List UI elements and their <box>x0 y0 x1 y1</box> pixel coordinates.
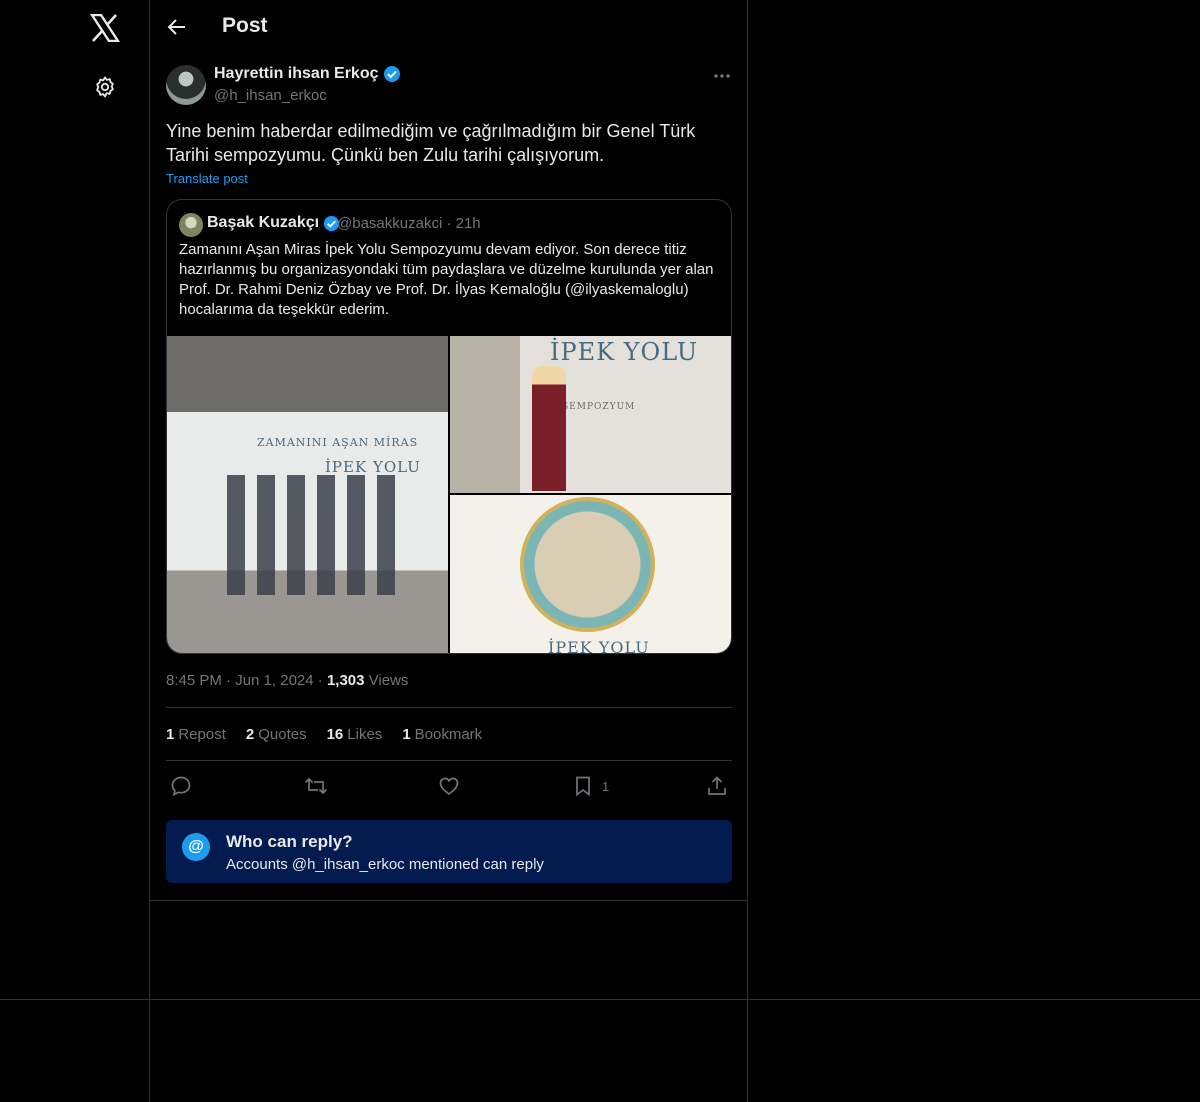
stat-count: 1 <box>166 726 175 743</box>
stat-label: Likes <box>347 726 383 743</box>
left-navigation <box>0 0 150 1102</box>
bookmark-icon[interactable]: 1 <box>572 772 609 800</box>
engagement-stats: 1 Repost 2 Quotes 16 Likes 1 Bookmark <box>166 726 482 743</box>
who-can-reply-box: @ Who can reply? Accounts @h_ihsan_erkoc… <box>166 820 732 883</box>
page-title: Post <box>222 14 268 37</box>
person <box>532 366 566 491</box>
post-timestamp: 8:45 PM · Jun 1, 2024 · 1,303 Views <box>166 672 408 689</box>
stat-count: 2 <box>245 726 255 743</box>
quoted-avatar[interactable] <box>179 213 203 237</box>
reply-icon[interactable] <box>170 772 192 800</box>
quoted-post[interactable]: Başak Kuzakçı @basakkuzakci · 21h Zamanı… <box>166 199 732 654</box>
author-name[interactable]: Hayrettin ihsan Erkoç <box>214 65 401 83</box>
separator-dot: · <box>446 215 456 232</box>
quoted-author-name-text: Başak Kuzakçı <box>207 214 320 231</box>
stat-label: Bookmark <box>414 726 483 743</box>
at-sign-icon: @ <box>182 833 210 861</box>
avatar[interactable] <box>166 65 206 105</box>
photo-2[interactable]: İPEK YOLU SEMPOZYUM <box>450 336 731 493</box>
quoted-author-handle: @basakkuzakci <box>337 215 443 232</box>
photo-caption: SEMPOZYUM <box>562 402 636 412</box>
photo-caption: İPEK YOLU <box>548 638 650 653</box>
quoted-text: Zamanını Aşan Miras İpek Yolu Sempozyumu… <box>179 241 714 318</box>
divider <box>166 707 732 708</box>
translate-post-link[interactable]: Translate post <box>166 171 248 186</box>
more-options-icon[interactable] <box>710 66 734 86</box>
photo-3[interactable]: İPEK YOLU <box>450 495 731 653</box>
views-label: Views <box>368 672 409 689</box>
stat-count: 16 <box>326 726 344 743</box>
stat-reposts[interactable]: 1 Repost <box>166 726 226 743</box>
back-arrow-icon[interactable] <box>164 14 190 40</box>
x-logo-icon[interactable] <box>88 11 122 45</box>
author-handle[interactable]: @h_ihsan_erkoc <box>214 87 327 104</box>
share-icon[interactable] <box>706 772 728 800</box>
photo-1[interactable]: ZAMANINI AŞAN MİRAS İPEK YOLU <box>167 336 448 653</box>
stat-label: Quotes <box>258 726 307 743</box>
quoted-meta: @basakkuzakci · 21h <box>337 215 481 232</box>
author-name-text: Hayrettin ihsan Erkoç <box>214 65 379 82</box>
stat-label: Repost <box>178 726 226 743</box>
who-can-reply-title: Who can reply? <box>226 832 353 851</box>
logo-emblem <box>520 497 655 632</box>
photo-caption: İPEK YOLU <box>325 458 421 476</box>
like-heart-icon[interactable] <box>438 772 460 800</box>
gear-icon[interactable] <box>90 72 120 102</box>
stat-count: 1 <box>402 726 411 743</box>
post-text: Yine benim haberdar edilmediğim ve çağrı… <box>166 121 696 165</box>
who-can-reply-subtitle: Accounts @h_ihsan_erkoc mentioned can re… <box>226 856 544 873</box>
verified-badge-icon <box>383 66 400 82</box>
stat-bookmarks[interactable]: 1 Bookmark <box>402 726 482 743</box>
bookmark-count: 1 <box>602 778 610 794</box>
photo-caption: ZAMANINI AŞAN MİRAS <box>257 436 419 449</box>
stat-likes[interactable]: 16 Likes <box>327 726 383 743</box>
quoted-age: 21h <box>455 215 481 232</box>
post-time[interactable]: 8:45 PM · Jun 1, 2024 · <box>166 672 323 689</box>
action-bar: 1 <box>166 772 732 800</box>
photo-caption: İPEK YOLU <box>550 338 699 366</box>
quoted-author-name: Başak Kuzakçı <box>207 214 340 232</box>
post-header: Post <box>150 0 747 55</box>
post-column: Post Hayrettin ihsan Erkoç @h_ihsan_erko… <box>150 0 748 1102</box>
people-group <box>227 475 407 595</box>
repost-icon[interactable] <box>304 772 328 800</box>
stat-quotes[interactable]: 2 Quotes <box>246 726 307 743</box>
divider <box>166 760 732 761</box>
divider <box>150 900 747 901</box>
views-count: 1,303 <box>326 672 365 689</box>
